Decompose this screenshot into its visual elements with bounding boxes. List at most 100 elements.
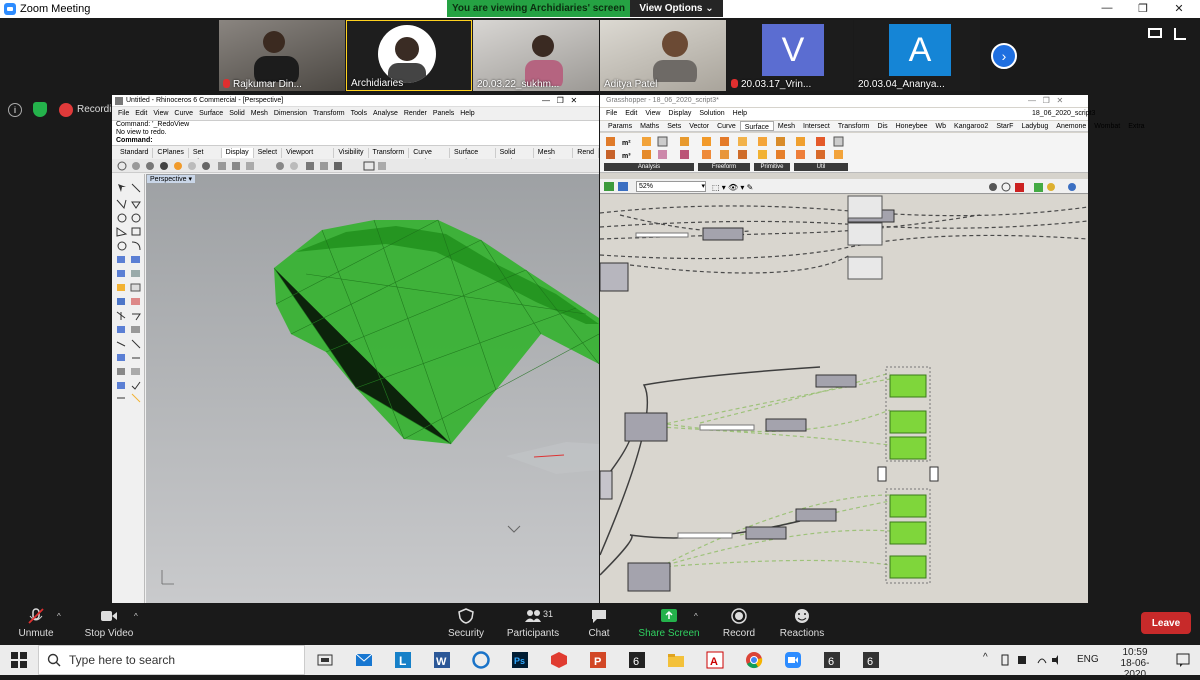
tab-render[interactable]: Rend [573,148,600,158]
gh-tab-anemone[interactable]: Anemone [1052,121,1090,131]
gh-tab-maths[interactable]: Maths [636,121,663,131]
rhino-window[interactable]: Untitled - Rhinoceros 6 Commercial - [Pe… [112,95,600,603]
gh-tab-params[interactable]: Params [604,121,636,131]
info-icon[interactable]: i [8,103,22,117]
gh-canvas-toolbar[interactable]: 52% ▾ ⬚ ▾ 👁 ▾ ✎ [600,179,1088,194]
display-mode-icons[interactable] [112,159,599,173]
rhino-perspective-viewport[interactable]: Perspective ▾ [146,174,599,603]
gh-menu-help[interactable]: Help [733,108,747,120]
video-tile-aditya[interactable]: Aditya Patel [600,20,726,91]
menu-mesh[interactable]: Mesh [251,108,268,119]
tab-curve-tools[interactable]: Curve Tools [409,148,451,166]
menu-view[interactable]: View [153,108,168,119]
gh-ribbon-icons[interactable]: m² m³ [600,133,1088,163]
menu-transform[interactable]: Transform [313,108,345,119]
gh-menu-file[interactable]: File [606,108,617,120]
gh-tab-dis[interactable]: Dis [874,121,892,131]
tab-cplanes[interactable]: CPlanes [153,148,189,158]
grasshopper-window[interactable]: Grasshopper - 18_06_2020_script3* — ❐ ✕ … [599,95,1145,603]
video-options-icon[interactable]: ^ [134,612,138,621]
tab-display[interactable]: Display [221,148,254,158]
video-tile-ananya[interactable]: A 20.03.04_Ananya... [854,20,980,91]
gh-tab-ladybug[interactable]: Ladybug [1017,121,1052,131]
tab-solid-tools[interactable]: Solid Tools [496,148,534,166]
taskbar-search-box[interactable]: Type here to search [38,645,305,675]
fullscreen-icon[interactable] [1174,28,1186,40]
video-tile-rajkumar[interactable]: Rajkumar Din... [219,20,345,91]
system-tray-icons[interactable] [1000,653,1060,667]
gh-preview-icons[interactable] [988,182,1084,192]
view-options-button[interactable]: View Options ⌄ [630,0,723,17]
tab-select[interactable]: Select [254,148,283,158]
menu-render[interactable]: Render [404,108,427,119]
zoom-taskbar-icon[interactable] [784,651,802,669]
leave-button[interactable]: Leave [1141,612,1191,634]
menu-dimension[interactable]: Dimension [274,108,307,119]
next-page-button[interactable]: › [991,43,1017,69]
rhino6-icon[interactable]: 6 [823,651,841,669]
acrobat-icon[interactable]: A [706,651,724,669]
windows-start-icon[interactable] [11,652,27,668]
menu-help[interactable]: Help [460,108,474,119]
tab-mesh-tools[interactable]: Mesh Tools [534,148,574,166]
menu-solid[interactable]: Solid [229,108,245,119]
mail-icon[interactable] [355,651,373,669]
gh-tab-mesh[interactable]: Mesh [774,121,799,131]
menu-tools[interactable]: Tools [351,108,367,119]
gh-tab-wb[interactable]: Wb [932,121,951,131]
sketchup-icon[interactable] [550,651,568,669]
gh-tab-kangaroo2[interactable]: Kangaroo2 [950,121,992,131]
tab-surface-tools[interactable]: Surface Tools [450,148,496,166]
tab-set-view[interactable]: Set View [189,148,222,166]
zoom-level-select[interactable]: 52% ▾ [636,181,706,192]
gh-window-controls[interactable]: — ❐ ✕ [1028,96,1063,105]
maximize-icon[interactable]: ❐ [1136,2,1150,15]
taskbar-clock[interactable]: 10:59 18-06-2020 [1110,647,1160,680]
tab-visibility[interactable]: Visibility [334,148,369,158]
menu-surface[interactable]: Surface [199,108,223,119]
gh-tab-intersect[interactable]: Intersect [799,121,834,131]
rhino-command-area[interactable]: Command: '_RedoView No view to redo. Com… [112,120,599,146]
file-explorer-icon[interactable] [667,651,685,669]
record-button[interactable]: Record [704,608,774,639]
photoshop-icon[interactable]: Ps [511,651,529,669]
gh-canvas[interactable] [599,195,1089,603]
menu-panels[interactable]: Panels [433,108,454,119]
menu-edit[interactable]: Edit [135,108,147,119]
gh-node-graph[interactable] [599,195,1089,603]
gh-view-icons[interactable]: ⬚ ▾ 👁 ▾ ✎ [712,183,753,192]
gh-tab-extra[interactable]: Extra [1124,121,1148,131]
video-tile-vrin[interactable]: V 20.03.17_Vrin... [727,20,853,91]
task-view-icon[interactable] [316,651,334,669]
command-prompt[interactable]: Command: [116,137,599,145]
menu-file[interactable]: File [118,108,129,119]
share-options-icon[interactable]: ^ [694,612,698,621]
gh-menu-view[interactable]: View [645,108,660,120]
gh-menu-display[interactable]: Display [668,108,691,120]
rhino-taskbar-icon[interactable]: 6 [628,651,646,669]
notification-icon[interactable] [1175,652,1191,668]
gh-tab-vector[interactable]: Vector [685,121,713,131]
input-language[interactable]: ENG [1077,654,1099,665]
gh-tab-transform[interactable]: Transform [834,121,874,131]
word-icon[interactable]: W [433,651,451,669]
close-icon[interactable]: ✕ [1172,2,1186,15]
minimize-icon[interactable]: — [1100,2,1114,14]
tab-transform[interactable]: Transform [369,148,410,158]
gh-tab-surface[interactable]: Surface [739,121,774,131]
gh-tab-wombat[interactable]: Wombat [1090,121,1124,131]
green-mesh-model[interactable] [146,174,599,603]
edge-icon[interactable] [472,651,490,669]
gh-tab-curve[interactable]: Curve [713,121,740,131]
save-file-icon[interactable] [618,182,628,191]
gallery-view-icon[interactable] [1148,28,1162,38]
gh-menu-edit[interactable]: Edit [625,108,637,120]
open-file-icon[interactable] [604,182,614,191]
rhino-display-toolbar[interactable] [112,159,599,173]
video-tile-archidiaries[interactable]: Archidiaries [346,20,472,91]
tool-palette-icons[interactable] [112,174,145,434]
gh-menu-solution[interactable]: Solution [699,108,724,120]
rhino-window-controls[interactable]: — ❐ ✕ [542,96,577,105]
tab-standard[interactable]: Standard [116,148,154,158]
reactions-button[interactable]: Reactions [767,608,837,639]
